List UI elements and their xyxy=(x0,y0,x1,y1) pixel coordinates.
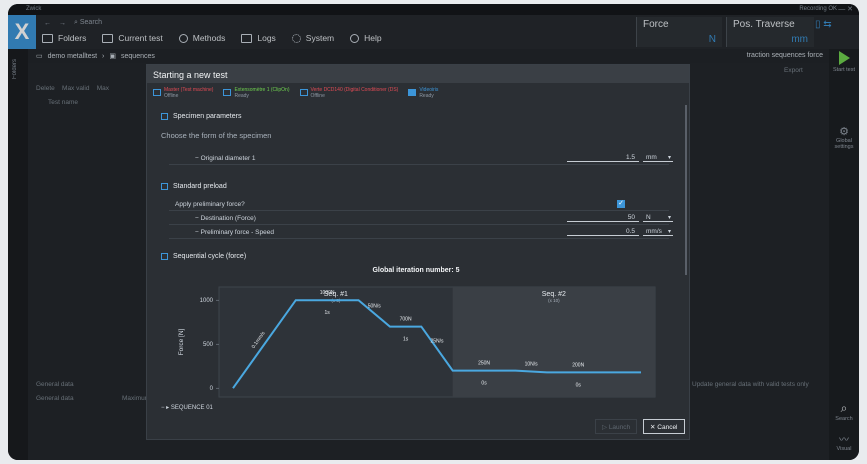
destination-label-text: Destination (Force) xyxy=(200,215,256,222)
ruler-icon xyxy=(161,113,168,120)
cancel-label: Cancel xyxy=(657,424,678,431)
device-status: Offline xyxy=(310,93,325,99)
chart-annotation: 25N/s xyxy=(430,339,444,345)
chart-annotation: 250N xyxy=(478,361,490,367)
device-item[interactable]: Verte DCD140 (Digital Conditioner (DS) Of… xyxy=(299,87,398,103)
specimen-section-title: Specimen parameters xyxy=(161,113,241,120)
section-label: Sequential cycle (force) xyxy=(173,253,247,260)
apply-preload-checkbox[interactable]: ✓ xyxy=(617,200,625,208)
device-status: Ready xyxy=(234,93,249,99)
speed-unit-select[interactable]: mm/s xyxy=(643,228,673,236)
cycle-chart: Global iteration number: 5 Seq. #1 (x 3) S… xyxy=(169,267,663,407)
destination-input[interactable]: 50 xyxy=(567,214,639,222)
dialog-scrollbar[interactable] xyxy=(685,105,687,275)
y-tick-label: 500 xyxy=(203,342,214,348)
chart-annotation: 1s xyxy=(325,310,331,316)
flask-icon xyxy=(161,183,168,190)
flask-icon xyxy=(161,253,168,260)
chart-annotation: 0s xyxy=(481,381,487,387)
dialog-footer: ▷ Launch ✕ Cancel xyxy=(147,413,689,439)
machine-icon xyxy=(153,89,161,96)
chart-title: Global iteration number: 5 xyxy=(372,267,460,274)
speed-label: − Preliminary force - Speed xyxy=(195,229,274,236)
sequence-repeat: (x 10) xyxy=(548,298,560,303)
dialog-content[interactable]: Specimen parameters Choose the form of t… xyxy=(161,107,681,415)
launch-label: Launch xyxy=(608,424,631,431)
device-status: Ready xyxy=(419,93,434,99)
sequence-label: Seq. #2 xyxy=(542,291,566,298)
chart-annotation: 700N xyxy=(400,317,412,323)
camera-icon xyxy=(408,89,417,96)
cycle-section-title: Sequential cycle (force) xyxy=(161,253,246,260)
diameter-field: − Original diameter 1 1.5 mm xyxy=(169,153,673,165)
y-tick-label: 0 xyxy=(210,386,214,392)
chart-annotation: 10N/s xyxy=(525,361,539,367)
transfer-icon xyxy=(299,89,308,96)
destination-field: − Destination (Force) 50 N xyxy=(169,213,673,225)
diameter-label: − Original diameter 1 xyxy=(195,155,256,162)
apply-preload-field: Apply preliminary force? ✓ xyxy=(169,199,669,211)
chart-annotation: 200N xyxy=(572,362,584,368)
dialog-title: Starting a new test xyxy=(147,65,689,83)
speed-label-text: Preliminary force - Speed xyxy=(200,229,274,236)
diameter-unit-select[interactable]: mm xyxy=(643,154,673,162)
chart-annotation: 0s xyxy=(576,382,582,388)
cancel-button[interactable]: ✕ Cancel xyxy=(643,419,685,434)
chart-svg: Seq. #1(x 3)Seq. #2(x 10)05001000Force [… xyxy=(178,286,656,398)
y-tick-label: 1000 xyxy=(200,298,214,304)
launch-button[interactable]: ▷ Launch xyxy=(595,419,638,434)
sequence-fold[interactable]: − ▸ SEQUENCE 01 xyxy=(161,404,213,411)
diameter-label-text: Original diameter 1 xyxy=(200,155,256,162)
new-test-dialog: Starting a new test Master (Test machine… xyxy=(146,64,690,440)
diameter-input[interactable]: 1.5 xyxy=(567,154,639,162)
y-axis-label: Force [N] xyxy=(178,328,185,355)
section-label: Specimen parameters xyxy=(173,113,242,120)
device-item[interactable]: Videoiris Ready xyxy=(408,87,438,103)
apply-preload-label: Apply preliminary force? xyxy=(175,201,245,208)
destination-unit-select[interactable]: N xyxy=(643,214,673,222)
device-item[interactable]: Master (Test machine) Offline xyxy=(153,87,213,103)
destination-label: − Destination (Force) xyxy=(195,215,256,222)
chart-annotation: 50N/s xyxy=(368,303,382,309)
extensometer-icon xyxy=(223,89,232,96)
device-item[interactable]: Extensomètre 1 (ClipOn) Ready xyxy=(223,87,290,103)
chart-annotation: 1000N xyxy=(320,290,335,296)
sequence-fold-label: SEQUENCE 01 xyxy=(170,405,213,411)
speed-field: − Preliminary force - Speed 0.5 mm/s xyxy=(169,227,673,239)
app-window: Zwick Recording OK — ✕ X ← → ⌕ Search Fo… xyxy=(8,4,859,460)
device-status: Offline xyxy=(164,93,179,99)
chart-annotation: 1s xyxy=(403,337,409,343)
specimen-hint: Choose the form of the specimen xyxy=(161,131,272,140)
section-label: Standard preload xyxy=(173,183,227,190)
preload-section-title: Standard preload xyxy=(161,183,227,190)
device-list: Master (Test machine) Offline Extensomètr… xyxy=(153,87,438,103)
speed-input[interactable]: 0.5 xyxy=(567,228,639,236)
